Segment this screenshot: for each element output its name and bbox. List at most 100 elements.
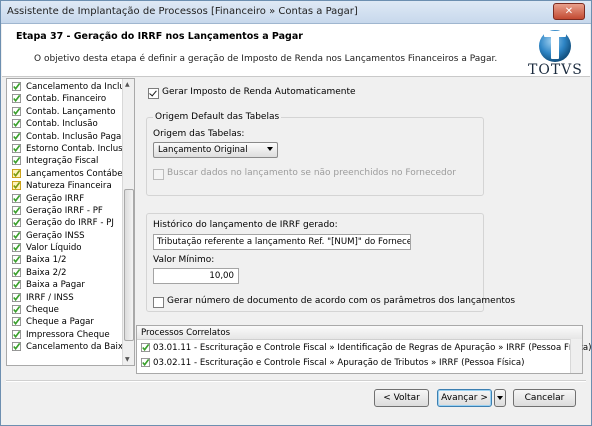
step-item[interactable]: IRRF / INSS [7, 292, 122, 304]
step-item[interactable]: Natureza Financeira [7, 180, 122, 192]
check-icon [12, 329, 21, 339]
step-label: Natureza Financeira [26, 181, 112, 192]
step-item[interactable]: Contab. Inclusão Pagar [7, 131, 122, 143]
step-label: Estorno Contab. Inclusão [26, 143, 122, 154]
correlato-item[interactable]: 03.02.11 - Escrituração e Controle Fisca… [139, 357, 564, 369]
step-item[interactable]: Integração Fiscal [7, 155, 122, 167]
step-item[interactable]: Baixa 1/2 [7, 254, 122, 266]
wizard-header: Etapa 37 - Geração do IRRF nos Lançament… [2, 24, 590, 77]
step-label: Baixa 1/2 [26, 255, 67, 266]
correlatos-scrollbar[interactable] [570, 339, 582, 373]
step-description: O objetivo desta etapa é definir a geraç… [34, 54, 498, 64]
steps-list[interactable]: Cancelamento da Inclusão Contab. Financei… [6, 78, 135, 366]
step-item[interactable]: Valor Líquido [7, 242, 122, 254]
step-label: Geração IRRF - PF [26, 205, 103, 216]
step-label: Geração IRRF [26, 193, 85, 204]
avancar-dropdown-button[interactable] [494, 389, 506, 407]
correlato-item[interactable]: 03.01.11 - Escrituração e Controle Fisca… [139, 342, 591, 354]
cancelar-button[interactable]: Cancelar [513, 389, 576, 407]
gerar-numero-label: Gerar número de documento de acordo com … [167, 296, 516, 306]
scroll-down-icon[interactable]: ▼ [125, 356, 130, 363]
check-icon [12, 292, 21, 302]
step-item[interactable]: Contab. Financeiro [7, 93, 122, 105]
step-item[interactable]: Contab. Lançamento [7, 106, 122, 118]
warning-check-icon [12, 168, 21, 178]
processos-correlatos-panel: Processos Correlatos 03.01.11 - Escritur… [136, 325, 591, 374]
step-label: Contab. Inclusão [26, 119, 98, 130]
avancar-button[interactable]: Avançar > [437, 389, 492, 407]
step-label: Contab. Financeiro [26, 94, 107, 105]
check-icon [12, 143, 21, 153]
step-item[interactable]: Estorno Contab. Inclusão [7, 143, 122, 155]
check-icon [141, 358, 150, 367]
step-label: Baixa a Pagar [26, 280, 85, 291]
scroll-up-icon[interactable]: ▲ [125, 81, 130, 88]
buscar-label: Buscar dados no lançamento se não preenc… [167, 168, 456, 178]
check-icon [12, 267, 21, 277]
step-title: Etapa 37 - Geração do IRRF nos Lançament… [16, 31, 303, 42]
correlatos-header: Processos Correlatos [137, 326, 582, 340]
historico-input[interactable]: Tributação referente a lançamento Ref. "… [153, 234, 411, 250]
check-icon [12, 94, 21, 104]
check-icon [12, 280, 21, 290]
gerar-irrf-checkbox[interactable] [148, 88, 159, 99]
historico-label: Histórico do lançamento de IRRF gerado: [153, 220, 338, 230]
origem-group-title: Origem Default das Tabelas [153, 112, 282, 122]
steps-items: Cancelamento da Inclusão Contab. Financei… [7, 81, 122, 354]
step-item[interactable]: Geração IRRF - PF [7, 205, 122, 217]
step-item[interactable]: Geração do IRRF - PJ [7, 217, 122, 229]
title-bar: Assistente de Implantação de Processos [… [1, 1, 591, 24]
origem-label: Origem das Tabelas: [153, 129, 245, 139]
step-item[interactable]: Impressora Cheque [7, 329, 122, 341]
step-label: Integração Fiscal [26, 156, 99, 167]
window-title: Assistente de Implantação de Processos [… [7, 6, 358, 17]
correlato-label: 03.02.11 - Escrituração e Controle Fisca… [153, 358, 525, 368]
warning-check-icon [12, 181, 21, 191]
step-label: Contab. Lançamento [26, 106, 116, 117]
step-label: Cheque [26, 305, 59, 316]
check-icon [12, 106, 21, 116]
origem-select-value: Lançamento Original [158, 145, 248, 155]
close-button[interactable]: ✕ [553, 3, 585, 20]
check-icon [12, 193, 21, 203]
check-icon [12, 131, 21, 141]
step-label: Geração do IRRF - PJ [26, 218, 114, 229]
check-icon [12, 243, 21, 253]
voltar-button[interactable]: < Voltar [374, 389, 429, 407]
footer-separator [6, 380, 586, 382]
step-item[interactable]: Baixa a Pagar [7, 279, 122, 291]
step-label: Geração INSS [26, 230, 85, 241]
valor-minimo-value: 10,00 [209, 271, 234, 281]
step-item[interactable]: Lançamentos Contábeis [7, 168, 122, 180]
step-item[interactable]: Baixa 2/2 [7, 267, 122, 279]
valor-minimo-label: Valor Mínimo: [153, 255, 215, 265]
step-item[interactable]: Geração INSS [7, 230, 122, 242]
check-icon [12, 205, 21, 215]
step-item[interactable]: Geração IRRF [7, 193, 122, 205]
valor-minimo-input[interactable]: 10,00 [153, 268, 239, 284]
step-item[interactable]: Cheque [7, 304, 122, 316]
buscar-checkbox[interactable] [153, 169, 164, 180]
scroll-thumb[interactable] [124, 189, 134, 341]
step-item[interactable]: Cancelamento da Baixa [7, 341, 122, 353]
gerar-irrf-label: Gerar Imposto de Renda Automaticamente [162, 87, 356, 97]
step-label: Cancelamento da Baixa [26, 342, 122, 353]
check-icon [12, 82, 21, 91]
step-label: Impressora Cheque [26, 329, 110, 340]
step-label: Baixa 2/2 [26, 267, 67, 278]
step-label: Contab. Inclusão Pagar [26, 131, 122, 142]
step-label: Lançamentos Contábeis [26, 168, 122, 179]
origem-select[interactable]: Lançamento Original [153, 142, 278, 158]
step-label: Valor Líquido [26, 243, 82, 254]
step-item[interactable]: Cheque a Pagar [7, 316, 122, 328]
step-item[interactable]: Contab. Inclusão [7, 118, 122, 130]
steps-scrollbar[interactable]: ▲ ▼ [122, 79, 134, 365]
logo-text: TOTVS [528, 62, 583, 78]
check-icon [12, 342, 21, 352]
check-icon [12, 119, 21, 129]
step-label: Cheque a Pagar [26, 317, 94, 328]
gerar-numero-checkbox[interactable] [153, 297, 164, 308]
step-label: Cancelamento da Inclusão [26, 82, 122, 92]
wizard-window: Assistente de Implantação de Processos [… [0, 0, 592, 426]
step-item[interactable]: Cancelamento da Inclusão [7, 81, 122, 93]
